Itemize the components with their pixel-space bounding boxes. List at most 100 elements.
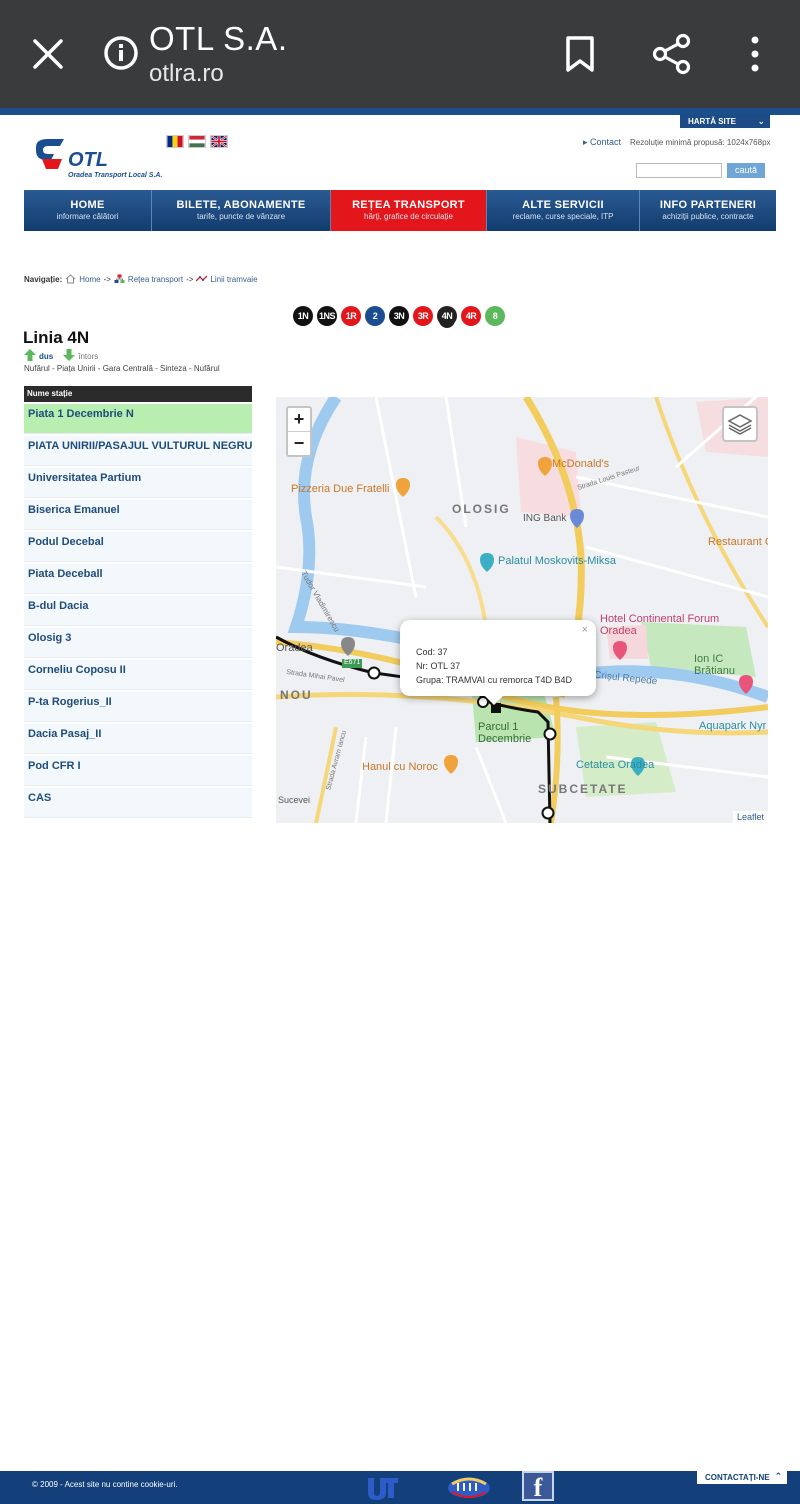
contact-link[interactable]: ▸ Contact: [583, 137, 621, 148]
popup-grupa: Grupa: TRAMVAI cu remorca T4D B4D: [416, 675, 573, 685]
direction-selector: dus întors: [24, 349, 98, 361]
station-row[interactable]: Corneliu Coposu II: [24, 660, 252, 690]
line-badge-4r[interactable]: 4R: [461, 306, 481, 326]
menu-home[interactable]: HOME informare călători: [24, 190, 152, 231]
uitp-logo[interactable]: [446, 1474, 492, 1501]
poi-mcdonalds[interactable]: McDonald's: [552, 458, 609, 470]
station-row[interactable]: P-ta Rogerius_II: [24, 692, 252, 722]
district-subcetate: SUBCETATE: [538, 782, 628, 796]
main-menu: HOME informare călători BILETE, ABONAMEN…: [24, 190, 776, 231]
line-badge-3n[interactable]: 3N: [389, 306, 409, 326]
station-row[interactable]: CAS: [24, 788, 252, 818]
direction-dus[interactable]: dus: [24, 349, 53, 361]
popup-cod: Cod: 37: [416, 647, 448, 657]
site-top-bar: [0, 108, 800, 115]
contact-link-label: Contact: [590, 137, 622, 147]
stop-marker: [543, 727, 557, 741]
station-row[interactable]: Podul Decebal: [24, 532, 252, 562]
station-row[interactable]: Piata Deceball: [24, 564, 252, 594]
facebook-icon[interactable]: f: [522, 1471, 554, 1502]
breadcrumb-transport[interactable]: Rețea transport: [128, 275, 183, 284]
poi-cetatea[interactable]: Cetatea Oradea: [576, 759, 654, 771]
vehicle-popup: × Cod: 37 Nr: OTL 37 Grupa: TRAMVAI cu r…: [400, 620, 596, 705]
line-badge-3r[interactable]: 3R: [413, 306, 433, 326]
tram-lines-icon: [196, 275, 208, 282]
breadcrumb: Navigație: Home -> Rețea transport -> Li…: [24, 274, 258, 284]
search-button[interactable]: caută: [727, 163, 765, 178]
line-badge-8[interactable]: 8: [485, 306, 505, 326]
station-row[interactable]: Dacia Pasaj_II: [24, 724, 252, 754]
road-shield-label: E671: [344, 659, 361, 666]
contact-us-tab[interactable]: CONTACTAȚI-NE ⌃: [697, 1471, 787, 1484]
layers-button[interactable]: [722, 406, 758, 442]
route-description: Nufărul - Piața Unirii - Gara Centrală -…: [24, 364, 220, 373]
menu-other-services[interactable]: ALTE SERVICII reclame, curse speciale, I…: [487, 190, 640, 231]
station-row[interactable]: B-dul Dacia: [24, 596, 252, 626]
contact-us-label: CONTACTAȚI-NE: [705, 1473, 770, 1482]
poi-ing-bank[interactable]: ING Bank: [523, 513, 566, 524]
line-badge-1r[interactable]: 1R: [341, 306, 361, 326]
utp-logo[interactable]: [366, 1474, 400, 1501]
otl-logo[interactable]: OTL Oradea Transport Local S.A.: [30, 135, 170, 185]
more-options-icon[interactable]: [740, 34, 770, 74]
menu-tickets[interactable]: BILETE, ABONAMENTE tarife, puncte de vân…: [152, 190, 331, 231]
poi-pizzeria[interactable]: Pizzeria Due Fratelli: [291, 483, 389, 495]
sitemap-dropdown[interactable]: HARTĂ SITE ⌄: [680, 115, 770, 128]
breadcrumb-separator: ->: [103, 274, 111, 284]
menu-transport-subtitle: hărți, grafice de circulație: [364, 212, 453, 221]
direction-dus-label: dus: [39, 352, 54, 361]
search-input[interactable]: [636, 163, 722, 178]
popup-close-button[interactable]: ×: [582, 623, 588, 637]
station-row[interactable]: Piata 1 Decembrie N: [24, 404, 252, 434]
zoom-out-button[interactable]: −: [288, 432, 310, 456]
breadcrumb-tram-lines[interactable]: Linii tramvaie: [210, 275, 257, 284]
map-base: [276, 397, 768, 823]
menu-partners[interactable]: INFO PARTENERI achiziții publice, contra…: [640, 190, 776, 231]
info-icon[interactable]: [102, 34, 140, 72]
line-badge-2[interactable]: 2: [365, 306, 385, 326]
route-map[interactable]: McDonald's Pizzeria Due Fratelli OLOSIG …: [276, 397, 768, 823]
poi-parcul: Parcul 1 Decembrie: [478, 721, 532, 745]
logo-text: OTL: [68, 149, 108, 171]
direction-intors[interactable]: întors: [63, 349, 98, 361]
chevron-up-icon: ⌃: [774, 1471, 782, 1481]
menu-tickets-title: BILETE, ABONAMENTE: [176, 199, 306, 211]
poi-hanul[interactable]: Hanul cu Noroc: [362, 761, 438, 773]
footer: © 2009 - Acest site nu contine cookie-ur…: [0, 1471, 800, 1504]
station-row[interactable]: Olosig 3: [24, 628, 252, 658]
uk-flag-icon[interactable]: [210, 135, 228, 148]
line-title: Linia 4N: [23, 328, 90, 347]
site-url[interactable]: otlra.ro: [149, 60, 224, 88]
poi-hotel[interactable]: Hotel Continental Forum Oradea: [600, 613, 720, 637]
zoom-in-button[interactable]: +: [288, 408, 310, 432]
romania-flag-icon[interactable]: [166, 135, 184, 148]
line-badge-4n[interactable]: 4N: [437, 306, 457, 326]
leaflet-attribution[interactable]: Leaflet: [732, 811, 768, 823]
language-flags: [166, 135, 228, 148]
poi-palatul[interactable]: Palatul Moskovits-Miksa: [498, 555, 616, 567]
line-selector: 1N 1NS 1R 2 3N 3R 4N 4R 8: [293, 306, 505, 326]
line-badge-1ns[interactable]: 1NS: [317, 306, 337, 326]
stations-table: Nume stație Piata 1 Decembrie N PIATA UNI…: [24, 386, 252, 818]
share-icon[interactable]: [650, 32, 694, 76]
station-row[interactable]: Pod CFR I: [24, 756, 252, 786]
bookmark-icon[interactable]: [562, 34, 598, 74]
station-row[interactable]: PIATA UNIRII/PASAJUL VULTURUL NEGRU: [24, 436, 252, 466]
station-row[interactable]: Biserica Emanuel: [24, 500, 252, 530]
breadcrumb-label: Navigație:: [24, 274, 63, 284]
arrow-up-icon: [24, 349, 36, 361]
stop-marker: [367, 666, 381, 680]
hungary-flag-icon[interactable]: [188, 135, 206, 148]
station-row[interactable]: Universitatea Partium: [24, 468, 252, 498]
menu-home-subtitle: informare călători: [56, 212, 119, 221]
menu-transport-network[interactable]: REȚEA TRANSPORT hărți, grafice de circul…: [331, 190, 487, 231]
poi-restaurant[interactable]: Restaurant C: [708, 536, 768, 548]
poi-aquapark[interactable]: Aquapark Nyr: [699, 720, 766, 732]
menu-partners-subtitle: achiziții publice, contracte: [662, 212, 754, 221]
district-olosig: OLOSIG: [452, 502, 511, 516]
close-icon[interactable]: [28, 34, 68, 74]
sitemap-label: HARTĂ SITE: [688, 117, 736, 126]
breadcrumb-home[interactable]: Home: [79, 275, 100, 284]
line-badge-1n[interactable]: 1N: [293, 306, 313, 326]
resolution-note: Rezoluție minimă propusă: 1024x768px: [630, 138, 771, 147]
